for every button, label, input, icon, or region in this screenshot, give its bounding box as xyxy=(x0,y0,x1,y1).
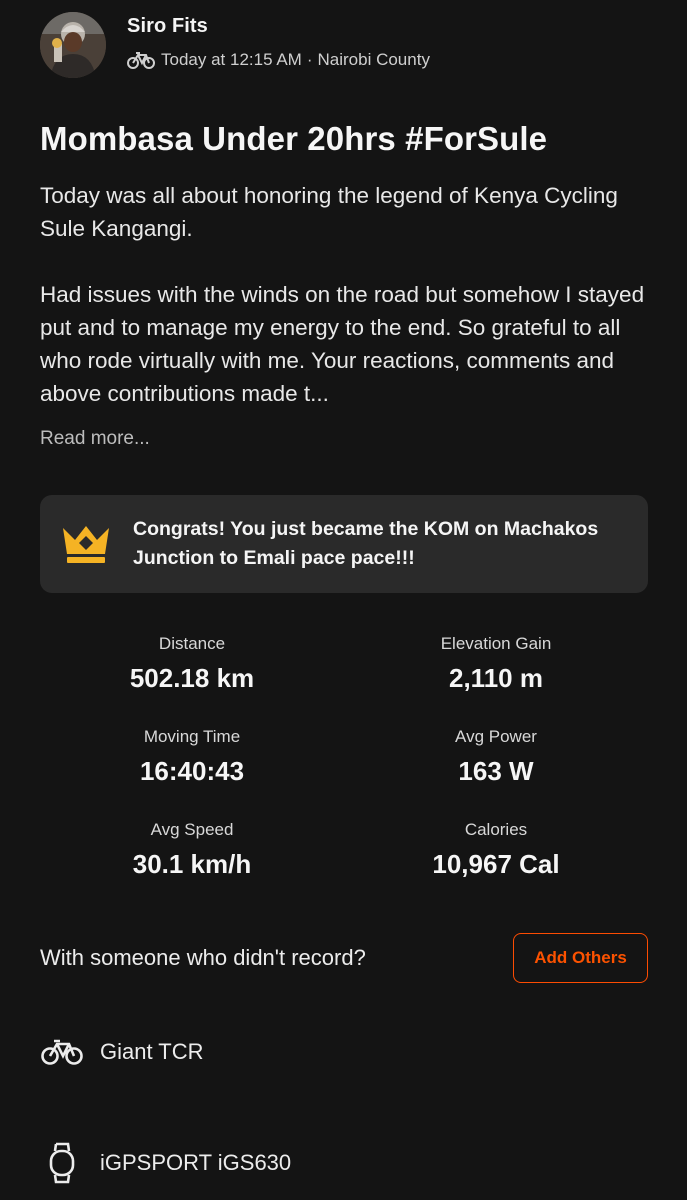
gear-device-row[interactable]: iGPSPORT iGS630 xyxy=(40,1142,291,1184)
watch-icon xyxy=(40,1142,84,1184)
stat-label: Distance xyxy=(158,634,226,653)
stat-moving-time: Moving Time 16:40:43 xyxy=(40,727,344,787)
crown-icon xyxy=(59,522,113,566)
stat-label: Avg Power xyxy=(455,727,537,746)
avatar[interactable] xyxy=(40,12,106,78)
activity-description: Today was all about honoring the legend … xyxy=(40,179,650,410)
stat-avg-power: Avg Power 163 W xyxy=(344,727,648,787)
gear-device-label: iGPSPORT iGS630 xyxy=(100,1150,292,1175)
kom-achievement-card[interactable]: Congrats! You just became the KOM on Mac… xyxy=(40,495,648,593)
kom-message: Congrats! You just became the KOM on Mac… xyxy=(133,518,599,569)
read-more-link[interactable]: Read more... xyxy=(40,428,150,450)
bike-icon xyxy=(127,51,155,69)
stat-avg-speed: Avg Speed 30.1 km/h xyxy=(40,820,344,880)
gear-bike-label: Giant TCR xyxy=(100,1039,204,1064)
stat-value: 16:40:43 xyxy=(139,756,245,786)
description-text: Had issues with the winds on the road bu… xyxy=(40,282,645,406)
stat-value: 10,967 Cal xyxy=(432,849,560,879)
stat-value: 30.1 km/h xyxy=(132,849,252,879)
add-others-prompt: With someone who didn't record? xyxy=(40,945,366,970)
athlete-name[interactable]: Siro Fits xyxy=(127,15,430,38)
add-others-row: With someone who didn't record? Add Othe… xyxy=(40,933,648,983)
description-paragraph: Today was all about honoring the legend … xyxy=(40,183,618,241)
stat-value: 163 W xyxy=(458,756,534,786)
description-paragraph: Had issues with the winds on the road bu… xyxy=(40,278,650,410)
add-others-button[interactable]: Add Others xyxy=(513,933,648,983)
stat-label: Moving Time xyxy=(143,727,241,746)
meta-separator: · xyxy=(306,50,313,69)
activity-location: Nairobi County xyxy=(317,50,430,69)
activity-meta: Today at 12:15 AM · Nairobi County xyxy=(127,50,430,70)
stat-label: Avg Speed xyxy=(150,820,234,839)
activity-title: Mombasa Under 20hrs #ForSule xyxy=(40,120,548,157)
stat-calories: Calories 10,967 Cal xyxy=(344,820,648,880)
stat-label: Calories xyxy=(464,820,528,839)
activity-header: Siro Fits Today at 12:15 AM · Nairobi Co… xyxy=(40,12,430,78)
gear-bike-row[interactable]: Giant TCR xyxy=(40,1038,204,1066)
stat-label: Elevation Gain xyxy=(440,634,552,653)
stat-value: 502.18 km xyxy=(129,663,255,693)
stat-value: 2,110 m xyxy=(449,663,543,693)
activity-timestamp: Today at 12:15 AM xyxy=(161,50,302,69)
stat-elevation-gain: Elevation Gain 2,110 m xyxy=(344,634,648,694)
stat-distance: Distance 502.18 km xyxy=(40,634,344,694)
bike-icon xyxy=(40,1038,84,1066)
